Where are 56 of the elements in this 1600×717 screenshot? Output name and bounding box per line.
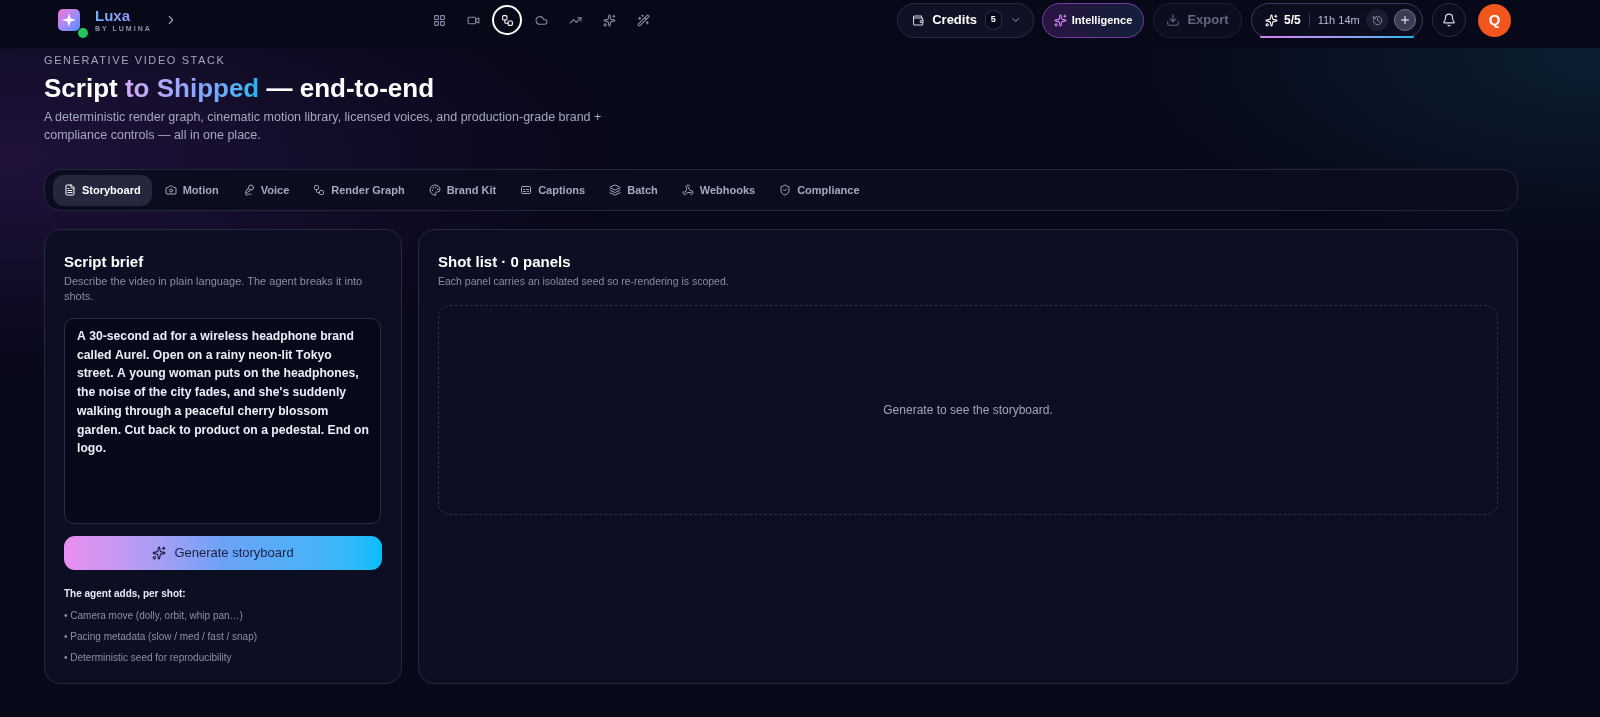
toolbar-button[interactable] [492, 5, 522, 35]
camera-icon [164, 184, 177, 196]
tab[interactable]: Brand Kit [417, 174, 508, 206]
credits-count: 5 [985, 10, 1002, 30]
microphone-icon [242, 184, 255, 196]
plus-icon [1399, 14, 1411, 26]
card-title: Script brief [64, 252, 145, 272]
history-icon [1371, 14, 1383, 26]
tab[interactable]: Voice [231, 174, 301, 206]
tab[interactable]: Motion [153, 174, 230, 206]
add-button[interactable] [1394, 9, 1416, 31]
document-icon [64, 184, 76, 196]
workflow-icon [500, 13, 514, 27]
note-item: • Camera move (dolly, orbit, whip pan…) [64, 609, 244, 623]
credits-button[interactable]: Credits 5 [897, 2, 1034, 38]
generate-storyboard-button[interactable]: Generate storyboard [64, 536, 382, 570]
cloud-icon [534, 13, 548, 27]
palette-icon [428, 184, 441, 196]
notes-heading: The agent adds, per shot: [64, 587, 187, 601]
empty-state-text: Generate to see the storyboard. [883, 402, 1053, 419]
tab[interactable]: Render Graph [302, 174, 416, 206]
card-description: Describe the video in plain language. The agent breaks it into shots. [64, 274, 364, 304]
download-icon [1166, 13, 1181, 27]
intelligence-button[interactable]: Intelligence [1042, 2, 1144, 38]
captions-icon [520, 184, 533, 196]
sparkles-icon [602, 13, 616, 27]
history-button[interactable] [1366, 9, 1388, 31]
section-eyebrow: GENERATIVE VIDEO STACK [44, 53, 227, 67]
tab[interactable]: Captions [509, 174, 597, 206]
page-subtitle: A deterministic render graph, cinematic motion library, licensed voices, and production-grade brand + compliance controls — all in one place. [44, 109, 603, 144]
grid-icon [432, 13, 446, 27]
page-title: Script to Shipped — end-to-end [44, 72, 435, 104]
status-dot-icon [78, 28, 88, 38]
layers-icon [609, 184, 622, 196]
notifications-button[interactable] [1432, 3, 1466, 37]
tab[interactable]: Webhooks [670, 174, 767, 206]
workflow-icon [313, 184, 326, 196]
tab[interactable]: Compliance [768, 174, 871, 206]
script-textarea[interactable]: A 30-second ad for a wireless headphone brand called Aurel. Open on a rainy neon-lit Tokyo street. A young woman puts on the headphones, the noise of the city fades, and she's suddenly walking through a peaceful cherry blossom garden. Cut back to product on a pedestal. End on logo. [64, 318, 381, 524]
tab[interactable]: Storyboard [53, 174, 152, 206]
shield-check-icon [779, 184, 792, 196]
sparkles-icon [152, 546, 167, 560]
card-description: Each panel carries an isolated seed so re-rendering is scoped. [438, 274, 730, 289]
magic-wand-icon [636, 13, 650, 27]
sparkles-icon [1265, 13, 1278, 27]
bell-icon [1442, 13, 1456, 27]
usage-count: 5/5 [1284, 12, 1301, 29]
usage-time: 11h 14m [1317, 12, 1360, 28]
sparkles-icon [1053, 13, 1067, 27]
note-item: • Deterministic seed for reproducibility [64, 651, 233, 665]
logo-icon [58, 9, 80, 31]
card-title: Shot list · 0 panels [438, 252, 572, 272]
note-item: • Pacing metadata (slow / med / fast / snap) [64, 630, 259, 644]
webhook-icon [681, 184, 694, 196]
tab[interactable]: Batch [598, 174, 669, 206]
wallet-icon [912, 12, 925, 28]
